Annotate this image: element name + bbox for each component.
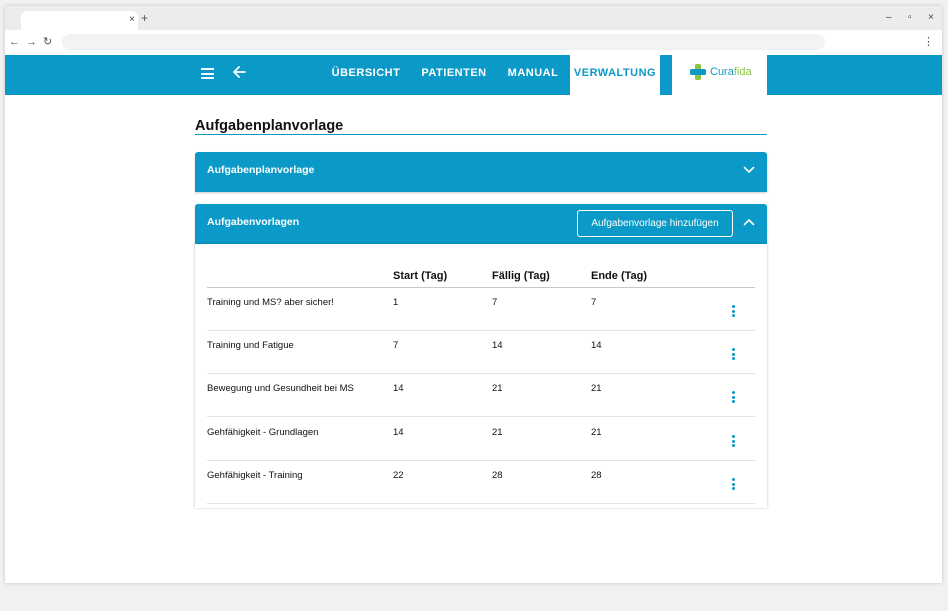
panel-label: Aufgabenplanvorlage [207, 164, 315, 176]
table-row: Gehfähigkeit - Training 22 28 28 [195, 461, 767, 504]
browser-tab[interactable]: × [21, 11, 138, 30]
page-title: Aufgabenplanvorlage [195, 118, 344, 134]
more-options-icon[interactable] [729, 391, 737, 405]
panel-aufgabenvorlagen[interactable]: Aufgabenvorlagen Aufgabenvorlage hinzufü… [195, 204, 767, 244]
more-options-icon[interactable] [729, 305, 737, 319]
app-header: ÜBERSICHT PATIENTEN MANUAL VERWALTUNG Cu… [5, 55, 942, 95]
column-header-end[interactable]: Ende (Tag) [591, 270, 647, 282]
table-row: Training und Fatigue 7 14 14 [195, 331, 767, 374]
start-day: 1 [393, 297, 399, 308]
due-day: 14 [492, 340, 503, 351]
chevron-up-icon[interactable] [743, 218, 755, 226]
task-name: Gehfähigkeit - Grundlagen [207, 427, 319, 438]
row-divider [207, 416, 755, 417]
nav-manual[interactable]: MANUAL [505, 55, 561, 95]
browser-forward-icon[interactable]: → [26, 35, 37, 49]
task-name: Bewegung und Gesundheit bei MS [207, 383, 354, 394]
restore-icon[interactable]: ▫ [908, 12, 912, 24]
start-day: 22 [393, 470, 404, 481]
nav-verwaltung[interactable]: VERWALTUNG [570, 55, 660, 95]
browser-window: × + – ▫ × ← → ↻ ⋮ ÜBERSICHT PATIENTEN MA… [5, 6, 942, 583]
chevron-down-icon[interactable] [743, 166, 755, 174]
row-divider [207, 503, 755, 504]
nav-uebersicht[interactable]: ÜBERSICHT [329, 55, 403, 95]
minimize-icon[interactable]: – [886, 12, 892, 24]
table-row: Bewegung und Gesundheit bei MS 14 21 21 [195, 374, 767, 417]
panel-label: Aufgabenvorlagen [207, 216, 300, 228]
browser-menu-icon[interactable]: ⋮ [923, 35, 934, 49]
nav-patienten[interactable]: PATIENTEN [417, 55, 491, 95]
end-day: 7 [591, 297, 597, 308]
new-tab-icon[interactable]: + [141, 11, 148, 25]
due-day: 7 [492, 297, 498, 308]
address-bar[interactable] [62, 34, 825, 50]
end-day: 14 [591, 340, 602, 351]
task-template-table: Start (Tag) Fällig (Tag) Ende (Tag) Trai… [195, 244, 767, 508]
column-header-due[interactable]: Fällig (Tag) [492, 270, 550, 282]
address-row: ← → ↻ ⋮ [5, 30, 942, 54]
title-divider [195, 134, 767, 135]
window-close-icon[interactable]: × [928, 12, 934, 24]
panel-aufgabenplanvorlage[interactable]: Aufgabenplanvorlage [195, 152, 767, 192]
end-day: 21 [591, 383, 602, 394]
column-header-start[interactable]: Start (Tag) [393, 270, 447, 282]
more-options-icon[interactable] [729, 435, 737, 449]
start-day: 14 [393, 427, 404, 438]
task-name: Training und MS? aber sicher! [207, 297, 334, 308]
logo-cross-icon [690, 64, 706, 80]
reload-icon[interactable]: ↻ [43, 35, 52, 49]
table-row: Training und MS? aber sicher! 1 7 7 [195, 288, 767, 331]
tab-strip: × + – ▫ × [5, 6, 942, 30]
start-day: 7 [393, 340, 399, 351]
hamburger-menu-icon[interactable] [201, 68, 214, 79]
add-task-template-button[interactable]: Aufgabenvorlage hinzufügen [577, 210, 733, 237]
more-options-icon[interactable] [729, 348, 737, 362]
more-options-icon[interactable] [729, 478, 737, 492]
due-day: 21 [492, 427, 503, 438]
due-day: 21 [492, 383, 503, 394]
table-row: Gehfähigkeit - Grundlagen 14 21 21 [195, 418, 767, 461]
end-day: 21 [591, 427, 602, 438]
start-day: 14 [393, 383, 404, 394]
tab-close-icon[interactable]: × [129, 13, 135, 27]
curafida-logo: Curafida [672, 55, 767, 95]
browser-back-icon[interactable]: ← [9, 35, 20, 49]
end-day: 28 [591, 470, 602, 481]
logo-wordmark: Curafida [710, 66, 752, 78]
due-day: 28 [492, 470, 503, 481]
task-name: Gehfähigkeit - Training [207, 470, 303, 481]
back-arrow-icon[interactable] [231, 64, 247, 80]
task-name: Training und Fatigue [207, 340, 294, 351]
